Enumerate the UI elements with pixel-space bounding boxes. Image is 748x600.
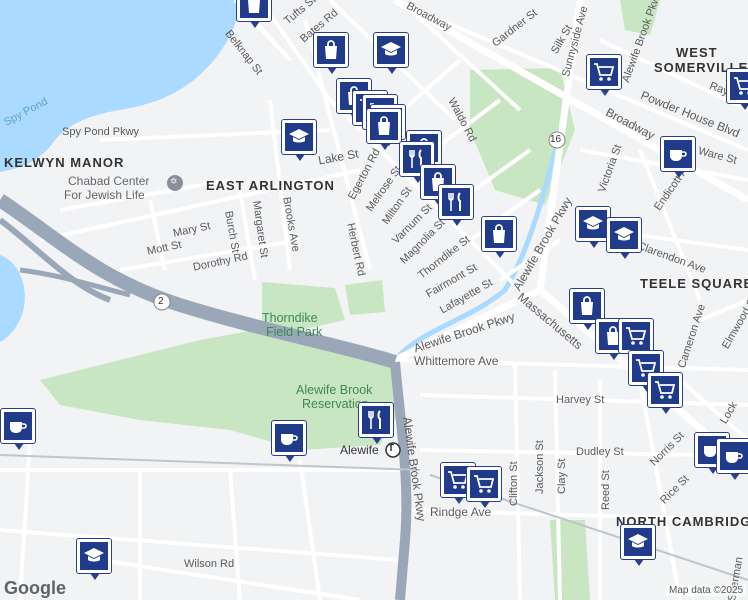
- cafe-marker[interactable]: [0, 408, 36, 450]
- shopping-bag-marker[interactable]: [481, 216, 517, 258]
- school-icon: [285, 123, 313, 151]
- chabad-center-line2[interactable]: For Jewish Life: [64, 188, 145, 202]
- school-icon: [610, 221, 638, 249]
- alewife-station-label[interactable]: Alewife: [340, 443, 379, 457]
- shop-icon: [240, 0, 268, 18]
- cart-icon: [470, 470, 498, 498]
- street-wilson: Wilson Rd: [184, 558, 235, 570]
- school-marker[interactable]: [373, 32, 409, 74]
- cafe-marker[interactable]: [660, 136, 696, 178]
- star-of-david-icon: ✡: [170, 176, 178, 186]
- grocery-cart-marker[interactable]: [586, 54, 622, 96]
- west-somerville-line1: WEST: [676, 45, 718, 60]
- school-icon: [624, 528, 652, 556]
- thorndike-park-line1[interactable]: Thorndike: [262, 311, 318, 325]
- coffee-icon: [275, 424, 303, 452]
- map-canvas[interactable]: 2 16 ✡ T Spy Pond Spy Pond Pkwy KELWYN M…: [0, 0, 748, 600]
- coffee-icon: [4, 412, 32, 440]
- street-clay: Clay St: [556, 458, 568, 494]
- spy-pond-pkwy-label: Spy Pond Pkwy: [62, 126, 140, 138]
- shop-icon: [317, 36, 345, 64]
- shopping-bag-marker[interactable]: [313, 32, 349, 74]
- google-logo: Google: [4, 578, 66, 598]
- grocery-cart-marker[interactable]: [466, 466, 502, 508]
- shopping-bag-marker[interactable]: [236, 0, 272, 28]
- street-dudley: Dudley St: [576, 446, 624, 458]
- cart-icon: [622, 322, 650, 350]
- chabad-center-line1[interactable]: Chabad Center: [68, 174, 149, 188]
- park-cemetery: [550, 520, 590, 600]
- cart-icon: [651, 376, 679, 404]
- alewife-reservation-line1[interactable]: Alewife Brook: [296, 383, 372, 397]
- street-clifton: Clifton St: [508, 461, 520, 506]
- shopping-bag-marker[interactable]: [366, 108, 402, 150]
- grocery-cart-marker[interactable]: [726, 68, 748, 110]
- map-attribution[interactable]: Map data ©2025: [666, 585, 747, 596]
- cart-icon: [590, 58, 618, 86]
- shop-icon: [370, 112, 398, 140]
- grocery-cart-marker[interactable]: [618, 318, 654, 360]
- cafe-marker[interactable]: [716, 438, 748, 480]
- thorndike-park-line2[interactable]: Field Park: [266, 325, 322, 339]
- shop-icon: [485, 220, 513, 248]
- street-jackson: Jackson St: [534, 440, 546, 494]
- t-station-icon: T: [388, 443, 395, 454]
- cafe-marker[interactable]: [271, 420, 307, 462]
- teele-square-label: TEELE SQUARE: [640, 276, 748, 291]
- school-marker[interactable]: [620, 524, 656, 566]
- street-harvey: Harvey St: [556, 394, 605, 406]
- coffee-icon: [664, 140, 692, 168]
- cart-icon: [730, 72, 748, 100]
- school-icon: [377, 36, 405, 64]
- route-16-label: 16: [550, 134, 562, 145]
- school-icon: [579, 210, 607, 238]
- school-icon: [80, 542, 108, 570]
- east-arlington-label: EAST ARLINGTON: [206, 178, 335, 193]
- coffee-icon: [720, 442, 748, 470]
- street-reed: Reed St: [600, 470, 612, 510]
- shop-icon: [573, 292, 601, 320]
- school-marker[interactable]: [281, 119, 317, 161]
- street-whittemore: Whittemore Ave: [414, 354, 499, 368]
- restaurant-marker[interactable]: [358, 402, 394, 444]
- school-marker[interactable]: [76, 538, 112, 580]
- food-icon: [442, 188, 470, 216]
- grocery-cart-marker[interactable]: [647, 372, 683, 414]
- kelwyn-manor-label: KELWYN MANOR: [4, 155, 125, 170]
- food-icon: [362, 406, 390, 434]
- school-marker[interactable]: [606, 217, 642, 259]
- park-small: [345, 280, 385, 315]
- restaurant-marker[interactable]: [438, 184, 474, 226]
- route-2-label: 2: [158, 296, 164, 307]
